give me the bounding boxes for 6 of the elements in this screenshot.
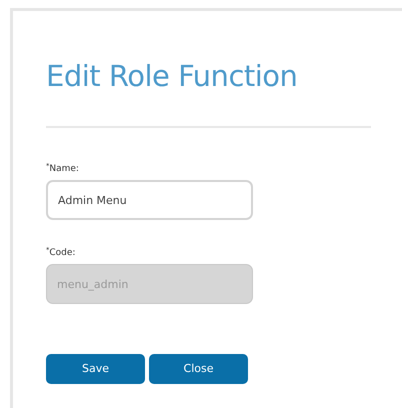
- field-label: $^{*}$Code:: [46, 247, 76, 259]
- text-field[interactable]: Admin Menu: [46, 180, 253, 220]
- save-button[interactable]: Save: [46, 354, 145, 384]
- field-label: $^{*}$Name:: [46, 163, 79, 175]
- close-button[interactable]: Close: [149, 354, 248, 384]
- dialog-title: Edit Role Function: [46, 58, 298, 95]
